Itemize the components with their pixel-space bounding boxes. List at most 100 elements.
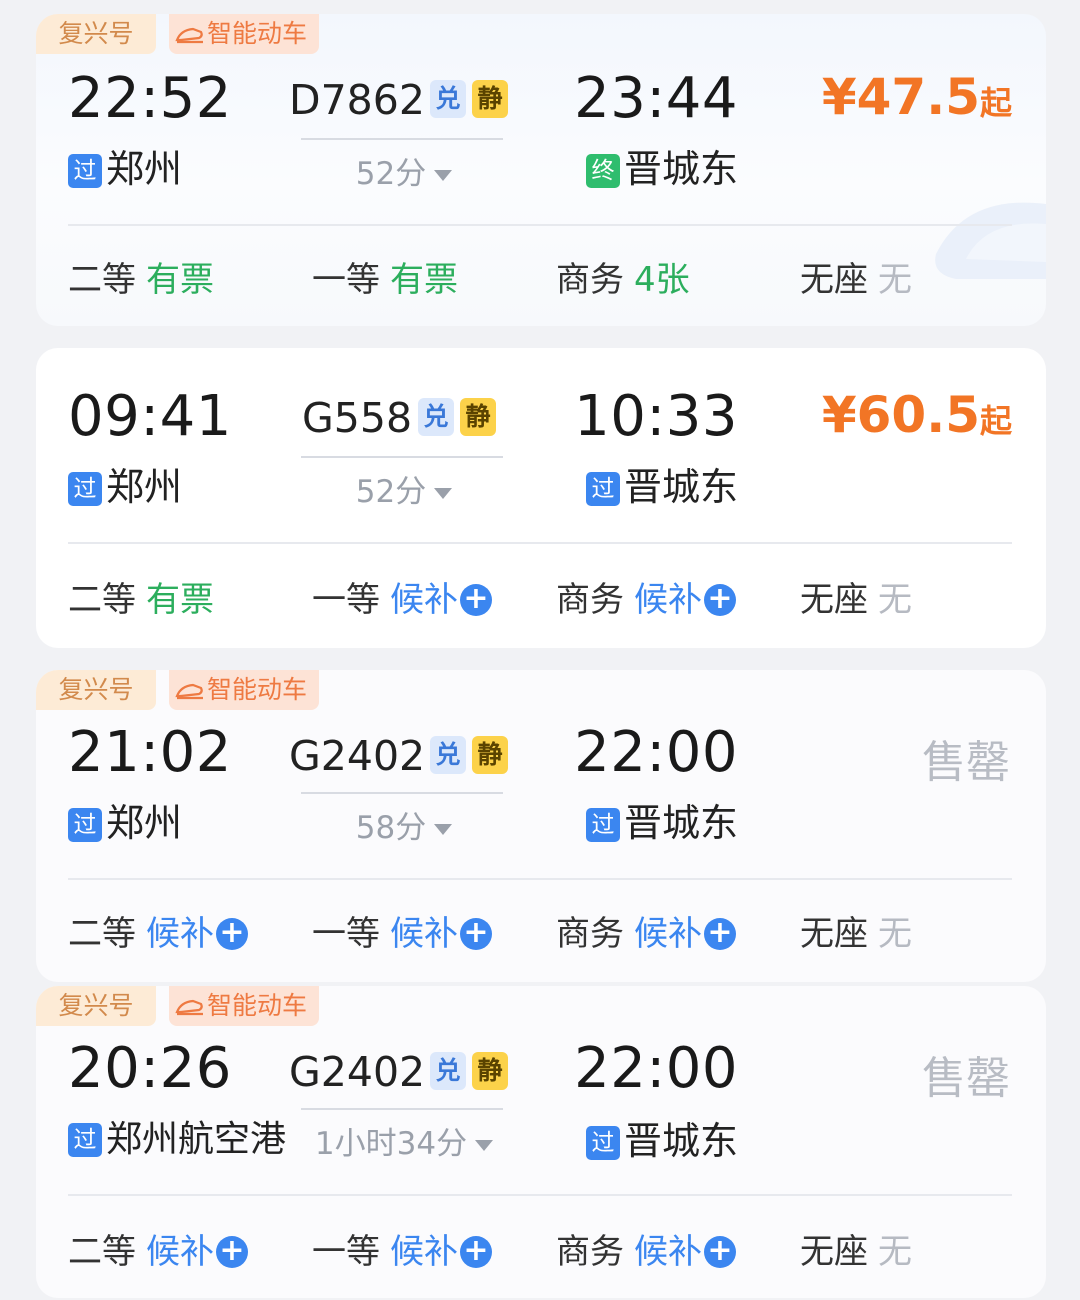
plus-circle-icon[interactable]: +: [460, 1236, 492, 1268]
seat-class-label: 二等: [68, 580, 136, 620]
pass-badge: 过: [68, 154, 102, 188]
seat-first-class[interactable]: 一等 候补 +: [312, 572, 492, 621]
seat-class-label: 商务: [556, 580, 624, 620]
seat-no-seat: 无座无: [800, 906, 912, 955]
plus-circle-icon[interactable]: +: [704, 584, 736, 616]
duration-toggle[interactable]: 58分: [289, 802, 519, 847]
price-suffix: 起: [979, 84, 1012, 122]
plus-circle-icon[interactable]: +: [460, 918, 492, 950]
exchange-badge: 兑: [430, 80, 466, 118]
seat-row: 二等 有票 一等 有票 商务 4张 无座无: [36, 252, 1046, 302]
seat-status: 有票: [390, 260, 458, 300]
caret-down-icon: [434, 488, 453, 499]
departure-time: 21:02: [68, 720, 232, 785]
pass-badge: 过: [68, 808, 102, 842]
pass-badge: 过: [585, 472, 620, 506]
seat-status: 候补: [634, 1232, 702, 1272]
seat-class-label: 一等: [312, 1232, 380, 1272]
seat-second-class[interactable]: 二等 有票: [68, 252, 214, 301]
seat-first-class[interactable]: 一等 有票: [312, 252, 458, 301]
plus-circle-icon[interactable]: +: [216, 918, 248, 950]
plus-circle-icon[interactable]: +: [216, 1236, 248, 1268]
caret-down-icon: [434, 824, 453, 835]
seat-status: 有票: [146, 260, 214, 300]
seat-status: 无: [878, 580, 912, 620]
pass-badge: 过: [68, 472, 102, 506]
seat-business-class[interactable]: 商务 4张: [556, 252, 690, 301]
arrival-time: 23:44: [574, 66, 738, 131]
duration-line: [301, 1108, 503, 1110]
seat-second-class[interactable]: 二等 候补 +: [68, 1224, 248, 1273]
plus-circle-icon[interactable]: +: [704, 918, 736, 950]
duration-toggle[interactable]: 52分: [289, 148, 519, 193]
sold-out-label: 售罄: [922, 1053, 1010, 1104]
seat-status: 候补: [146, 1232, 214, 1272]
train-card[interactable]: 复兴号 智能动车 20:26 G2402 兑 静 22:00 售罄 1小时34分…: [36, 986, 1046, 1298]
arrival-station-name: 晋城东: [623, 801, 738, 845]
departure-station-name: 郑州: [106, 465, 183, 509]
divider: [68, 542, 1012, 544]
divider: [68, 1194, 1012, 1196]
quiet-carriage-badge: 静: [472, 80, 508, 118]
seat-class-label: 商务: [556, 1232, 624, 1272]
train-card[interactable]: 复兴号 智能动车 21:02 G2402 兑 静 22:00 售罄 58分 过郑…: [36, 670, 1046, 982]
seat-class-label: 无座: [800, 260, 868, 300]
train-card[interactable]: 09:41 G558 兑 静 10:33 ¥60.5起 52分 过郑州 过晋城东…: [36, 348, 1046, 648]
duration-line: [301, 792, 503, 794]
sold-out-label: 售罄: [922, 737, 1010, 788]
departure-station: 过郑州航空港: [68, 1110, 286, 1162]
duration-toggle[interactable]: 1小时34分: [289, 1118, 519, 1163]
pass-badge: 过: [68, 1123, 102, 1157]
seat-status: 候补: [634, 580, 702, 620]
seat-business-class[interactable]: 商务 候补 +: [556, 572, 736, 621]
seat-business-class[interactable]: 商务 候补 +: [556, 906, 736, 955]
seat-status: 4张: [634, 260, 690, 300]
smart-tag-label: 智能动车: [207, 19, 308, 48]
price-suffix: 起: [979, 402, 1012, 440]
ticket-price: ¥60.5起: [822, 386, 1012, 444]
seat-class-label: 二等: [68, 260, 136, 300]
plus-circle-icon[interactable]: +: [704, 1236, 736, 1268]
seat-class-label: 一等: [312, 260, 380, 300]
departure-station: 过郑州: [68, 792, 182, 847]
divider: [68, 878, 1012, 880]
duration-text: 52分: [355, 156, 427, 192]
arrival-time: 22:00: [574, 1036, 738, 1101]
plus-circle-icon[interactable]: +: [460, 584, 492, 616]
divider: [68, 224, 1012, 226]
arrival-station-name: 晋城东: [623, 465, 738, 509]
caret-down-icon: [475, 1140, 494, 1151]
train-card[interactable]: 复兴号 智能动车 22:52 D7862 兑 静 23:44 ¥47.5起 52…: [36, 14, 1046, 326]
seat-class-label: 二等: [68, 1232, 136, 1272]
duration-text: 52分: [355, 474, 427, 510]
seat-status: 候补: [390, 1232, 458, 1272]
quiet-carriage-badge: 静: [472, 1052, 508, 1090]
seat-status: 候补: [390, 914, 458, 954]
seat-first-class[interactable]: 一等 候补 +: [312, 1224, 492, 1273]
smart-tag-label: 智能动车: [207, 675, 308, 704]
smart-tag-label: 智能动车: [207, 991, 308, 1020]
seat-second-class[interactable]: 二等 有票: [68, 572, 214, 621]
smart-train-tag: 智能动车: [169, 14, 319, 54]
train-number: G558: [302, 394, 413, 442]
seat-class-label: 商务: [556, 914, 624, 954]
seat-second-class[interactable]: 二等 候补 +: [68, 906, 248, 955]
price-value: ¥60.5: [821, 386, 980, 444]
train-number: G2402: [289, 1048, 426, 1096]
seat-first-class[interactable]: 一等 候补 +: [312, 906, 492, 955]
duration-toggle[interactable]: 52分: [289, 466, 519, 511]
seat-no-seat: 无座无: [800, 572, 912, 621]
seat-row: 二等 候补 + 一等 候补 + 商务 候补 + 无座无: [36, 1224, 1046, 1274]
fuxing-tag: 复兴号: [36, 14, 156, 54]
seat-status: 无: [878, 914, 912, 954]
departure-time: 09:41: [68, 384, 232, 449]
seat-status: 无: [878, 260, 912, 300]
departure-station: 过郑州: [68, 456, 182, 511]
seat-class-label: 无座: [800, 580, 868, 620]
seat-status: 候补: [390, 580, 458, 620]
seat-business-class[interactable]: 商务 候补 +: [556, 1224, 736, 1273]
seat-class-label: 一等: [312, 580, 380, 620]
fuxing-tag: 复兴号: [36, 986, 156, 1026]
arrival-station: 过晋城东: [585, 456, 738, 511]
terminal-badge: 终: [585, 154, 620, 188]
